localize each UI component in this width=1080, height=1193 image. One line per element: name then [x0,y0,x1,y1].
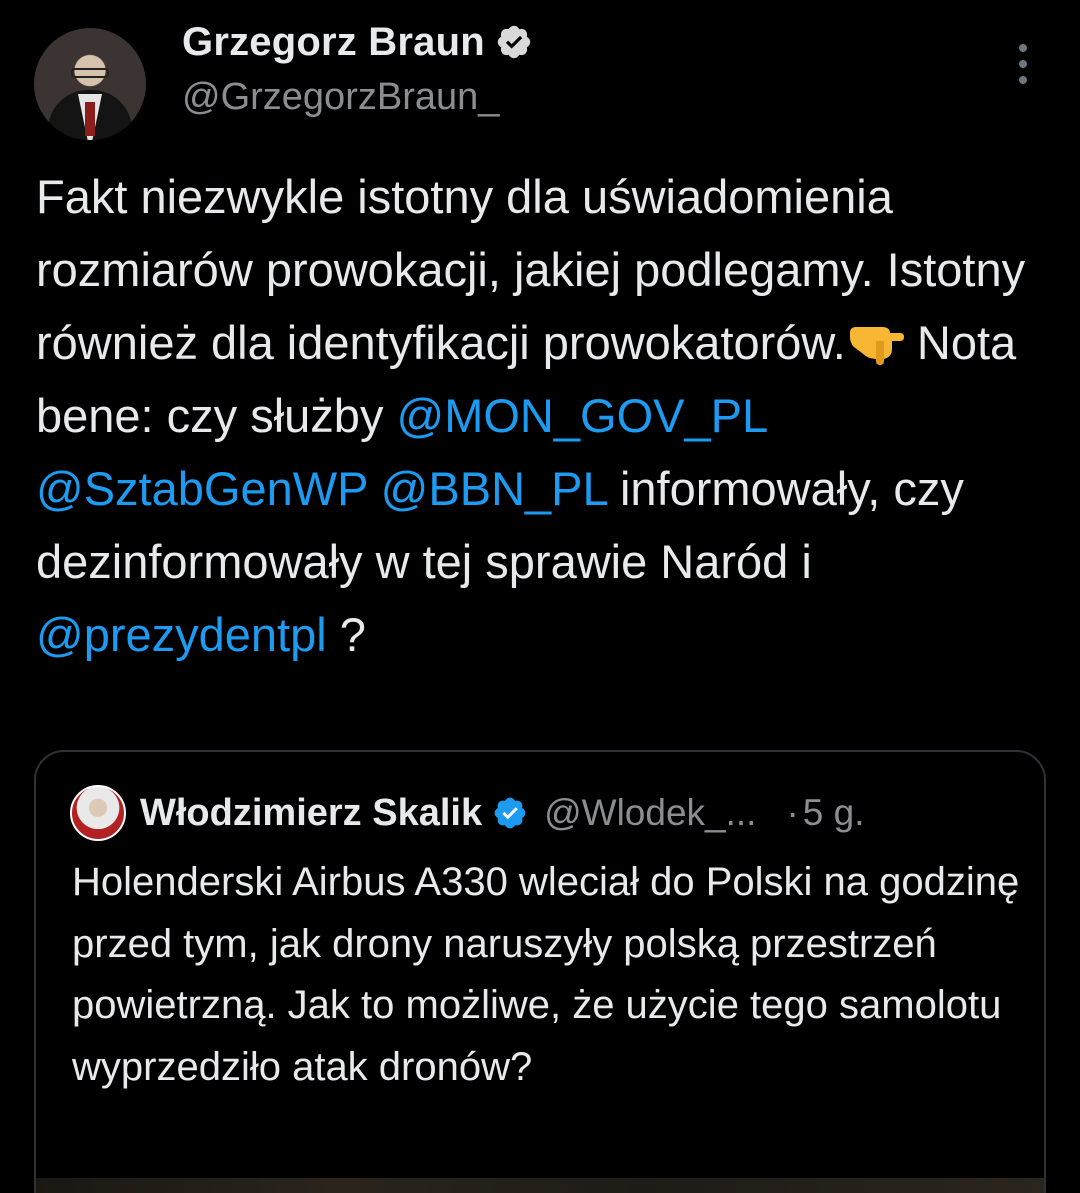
quoted-author-handle[interactable]: @Wlodek_... [544,792,756,834]
quoted-tweet-header: Włodzimierz Skalik @Wlodek_... · 5 g. [140,786,865,840]
mention-link[interactable]: @SztabGenWP [36,462,368,515]
mention-link[interactable]: @BBN_PL [381,462,607,515]
quoted-tweet-card[interactable]: Włodzimierz Skalik @Wlodek_... · 5 g. Ho… [34,750,1046,1193]
tweet-text-part: ? [326,608,366,661]
quoted-timestamp[interactable]: 5 g. [803,792,865,834]
quoted-media-image[interactable] [36,1178,1044,1193]
tweet: Grzegorz Braun @GrzegorzBraun_ Fakt niez… [0,0,1080,1193]
tweet-text: Fakt niezwykle istotny dla uświadomienia… [36,160,1046,671]
mention-link[interactable]: @prezydentpl [36,608,327,661]
quoted-tweet-text: Holenderski Airbus A330 wleciał do Polsk… [72,860,1020,1089]
verified-badge-icon [497,25,531,59]
separator-dot: · [786,792,799,833]
pointing-hand-emoji-icon [849,327,904,365]
more-options-icon[interactable] [1014,44,1032,84]
mention-link[interactable]: @MON_GOV_PL [397,389,767,442]
author-display-name[interactable]: Grzegorz Braun [182,20,485,65]
verified-badge-icon [494,797,526,829]
quoted-author-avatar[interactable] [70,785,126,841]
author-name-row: Grzegorz Braun [182,18,533,66]
author-handle[interactable]: @GrzegorzBraun_ [182,76,499,119]
author-avatar[interactable] [34,28,146,140]
quoted-author-name[interactable]: Włodzimierz Skalik [140,792,482,835]
